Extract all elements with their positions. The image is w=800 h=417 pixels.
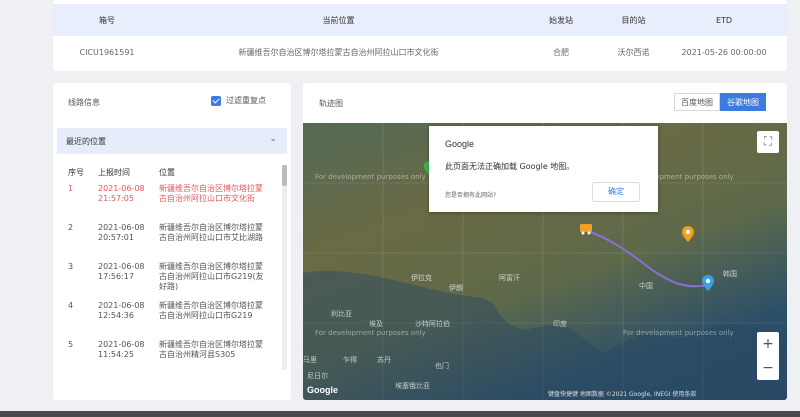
list-item[interactable]: 1 2021-06-08 21:57:05 新疆维吾尔自治区博尔塔拉蒙古自治州阿… bbox=[68, 184, 291, 223]
zoom-control: + − bbox=[757, 332, 779, 380]
box-no-cell: CICU1961591 bbox=[79, 47, 135, 57]
col-origin: 始发站 bbox=[549, 15, 573, 25]
dialog-help-link[interactable]: 您是否拥有此网站? bbox=[445, 190, 496, 199]
start-truck-marker-icon[interactable] bbox=[579, 221, 593, 235]
container-table-header: 箱号 当前位置 始发站 目的站 ETD bbox=[53, 4, 787, 36]
map-place-label: 乍得 bbox=[343, 356, 357, 364]
list-item[interactable]: 2 2021-06-08 20:57:01 新疆维吾尔自治区博尔塔拉蒙古自治州阿… bbox=[68, 223, 291, 262]
map-place-label: 埃及 bbox=[369, 320, 383, 328]
list-scrollbar[interactable] bbox=[282, 165, 287, 370]
track-map-panel: 轨迹图 百度地图 谷歌地图 For development purposes o… bbox=[303, 83, 787, 400]
dev-watermark: For development purposes only bbox=[315, 329, 426, 337]
google-map-button[interactable]: 谷歌地图 bbox=[720, 93, 766, 111]
item-seq: 4 bbox=[68, 301, 74, 310]
destination-cell: 沃尔西诺 bbox=[617, 47, 650, 57]
table-row: CICU1961591 新疆维吾尔自治区博尔塔拉蒙古自治州阿拉山口市文化街 合肥… bbox=[53, 36, 787, 68]
checkbox-checked-icon[interactable] bbox=[211, 95, 221, 106]
item-seq: 3 bbox=[68, 262, 74, 271]
item-time: 2021-06-08 21:57:05 bbox=[98, 184, 145, 203]
dialog-message: 此页面无法正确加载 Google 地图。 bbox=[445, 162, 575, 171]
item-location: 新疆维吾尔自治区博尔塔拉蒙古自治州阿拉山口市文化街 bbox=[159, 184, 263, 203]
item-location: 新疆维吾尔自治区博尔塔拉蒙古自治州阿拉山口市艾比湖路 bbox=[159, 223, 263, 242]
recent-locations-header[interactable]: 最近的位置 ⌄ bbox=[57, 128, 287, 154]
item-location: 新疆维吾尔自治区博尔塔拉蒙古自治州阿拉山口市G219(友好路) bbox=[159, 262, 264, 291]
map-place-label: 尼日尔 bbox=[307, 372, 328, 380]
item-time: 2021-06-08 17:56:17 bbox=[98, 262, 145, 281]
dev-watermark: For development purposes only bbox=[623, 329, 734, 337]
google-map[interactable]: For development purposes only For develo… bbox=[303, 123, 787, 400]
item-time: 2021-06-08 12:54:36 bbox=[98, 301, 145, 320]
zoom-out-button[interactable]: − bbox=[757, 356, 779, 380]
map-place-label: 沙特阿拉伯 bbox=[415, 320, 450, 328]
bottom-bar bbox=[0, 411, 800, 417]
col-location: 位置 bbox=[159, 168, 175, 177]
baidu-map-button[interactable]: 百度地图 bbox=[674, 93, 720, 111]
item-location: 新疆维吾尔自治区博尔塔拉蒙古自治州阿拉山口市G219 bbox=[159, 301, 263, 320]
track-map-title: 轨迹图 bbox=[319, 99, 343, 108]
col-box-no: 箱号 bbox=[99, 15, 115, 25]
dev-watermark: For development purposes only bbox=[315, 173, 426, 181]
col-report-time: 上报时间 bbox=[98, 168, 130, 177]
route-info-panel: 线路信息 过滤重复点 最近的位置 ⌄ 序号 上报时间 位置 1 2021-06-… bbox=[53, 83, 291, 400]
map-place-label: 伊拉克 bbox=[411, 274, 432, 282]
recent-locations-title: 最近的位置 bbox=[66, 136, 106, 146]
map-place-label: 马里 bbox=[303, 356, 317, 364]
destination-pin-icon[interactable] bbox=[702, 275, 714, 291]
location-cell: 新疆维吾尔自治区博尔塔拉蒙古自治州阿拉山口市文化街 bbox=[238, 47, 439, 57]
chevron-down-icon: ⌄ bbox=[269, 134, 277, 144]
locations-table-header: 序号 上报时间 位置 bbox=[68, 167, 175, 178]
map-load-error-dialog: Google 此页面无法正确加载 Google 地图。 您是否拥有此网站? 确定 bbox=[429, 126, 658, 212]
item-seq: 1 bbox=[68, 184, 74, 193]
item-time: 2021-06-08 20:57:01 bbox=[98, 223, 145, 242]
item-seq: 5 bbox=[68, 340, 74, 349]
dialog-ok-button[interactable]: 确定 bbox=[592, 182, 640, 202]
zoom-in-button[interactable]: + bbox=[757, 332, 779, 356]
route-info-title: 线路信息 bbox=[68, 98, 100, 107]
list-scrollbar-thumb[interactable] bbox=[282, 165, 287, 186]
map-place-label: 利比亚 bbox=[331, 310, 352, 318]
map-provider-toggle: 百度地图 谷歌地图 bbox=[674, 93, 766, 111]
location-pin-icon[interactable] bbox=[682, 226, 694, 242]
list-item[interactable]: 4 2021-06-08 12:54:36 新疆维吾尔自治区博尔塔拉蒙古自治州阿… bbox=[68, 301, 291, 340]
col-etd: ETD bbox=[715, 15, 733, 25]
dialog-title: Google bbox=[445, 139, 475, 149]
map-place-label: 阿富汗 bbox=[499, 274, 520, 282]
origin-cell: 合肥 bbox=[553, 47, 569, 57]
item-time: 2021-06-08 11:54:25 bbox=[98, 340, 145, 359]
map-place-label: 中国 bbox=[639, 282, 653, 290]
fullscreen-icon[interactable]: ⛶ bbox=[757, 131, 779, 153]
filter-duplicates-checkbox[interactable]: 过滤重复点 bbox=[211, 95, 266, 106]
map-attribution[interactable]: 键盘快捷键 地图数据 ©2021 Google, INEGI 使用条款 bbox=[548, 389, 696, 398]
item-location: 新疆维吾尔自治区博尔塔拉蒙古自治州精河县S305 bbox=[159, 340, 263, 359]
map-place-label: 印度 bbox=[553, 320, 567, 328]
locations-list: 1 2021-06-08 21:57:05 新疆维吾尔自治区博尔塔拉蒙古自治州阿… bbox=[68, 184, 291, 379]
filter-duplicates-label: 过滤重复点 bbox=[226, 96, 266, 105]
map-place-label: 埃塞俄比亚 bbox=[395, 382, 430, 390]
item-seq: 2 bbox=[68, 223, 74, 232]
col-seq: 序号 bbox=[68, 168, 84, 177]
map-place-label: 伊朗 bbox=[449, 284, 463, 292]
container-info-card: 箱号 当前位置 始发站 目的站 ETD CICU1961591 新疆维吾尔自治区… bbox=[53, 0, 787, 71]
etd-cell: 2021-05-26 00:00:00 bbox=[681, 47, 767, 57]
col-destination: 目的站 bbox=[621, 15, 646, 25]
col-current-location: 当前位置 bbox=[322, 15, 355, 25]
list-item[interactable]: 5 2021-06-08 11:54:25 新疆维吾尔自治区博尔塔拉蒙古自治州精… bbox=[68, 340, 291, 379]
google-logo: Google bbox=[307, 385, 338, 395]
map-place-label: 韩国 bbox=[723, 270, 737, 278]
map-place-label: 苏丹 bbox=[377, 356, 391, 364]
list-item[interactable]: 3 2021-06-08 17:56:17 新疆维吾尔自治区博尔塔拉蒙古自治州阿… bbox=[68, 262, 291, 301]
map-place-label: 也门 bbox=[435, 362, 449, 370]
